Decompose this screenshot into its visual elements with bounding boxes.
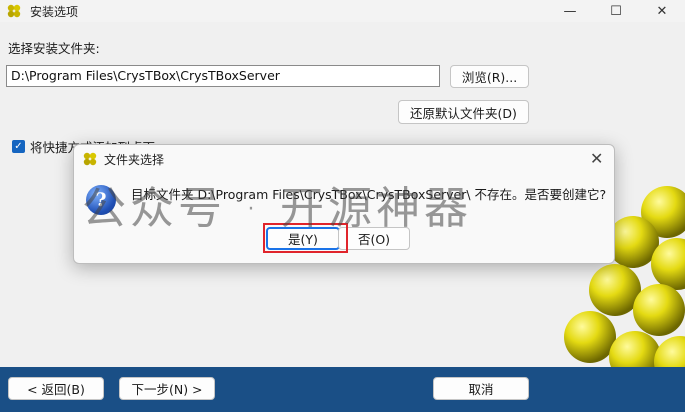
maximize-button[interactable]: ☐ bbox=[593, 0, 639, 22]
minimize-button[interactable]: — bbox=[547, 0, 593, 22]
bottom-button-bar: < 返回(B) 下一步(N) > 取消 bbox=[0, 367, 685, 412]
watermark-text: 公众号 · 开源神器 bbox=[82, 183, 472, 234]
close-button[interactable]: ✕ bbox=[639, 0, 685, 22]
shortcut-checkbox[interactable]: ✓ bbox=[12, 140, 25, 153]
dialog-close-button[interactable]: ✕ bbox=[590, 149, 603, 168]
dialog-app-logo-icon bbox=[83, 152, 97, 166]
cancel-button[interactable]: 取消 bbox=[433, 377, 529, 400]
browse-button[interactable]: 浏览(R)... bbox=[450, 65, 529, 88]
next-button[interactable]: 下一步(N) > bbox=[119, 377, 215, 400]
app-logo-icon bbox=[7, 4, 21, 18]
install-path-field[interactable]: D:\Program Files\CrysTBox\CrysTBoxServer bbox=[6, 65, 440, 87]
restore-default-folder-button[interactable]: 还原默认文件夹(D) bbox=[398, 100, 529, 124]
dialog-title: 文件夹选择 bbox=[104, 153, 165, 167]
window-title: 安装选项 bbox=[30, 5, 79, 19]
title-bar: 安装选项 — ☐ ✕ bbox=[0, 0, 685, 22]
install-folder-label: 选择安装文件夹: bbox=[8, 41, 100, 56]
back-button[interactable]: < 返回(B) bbox=[8, 377, 104, 400]
